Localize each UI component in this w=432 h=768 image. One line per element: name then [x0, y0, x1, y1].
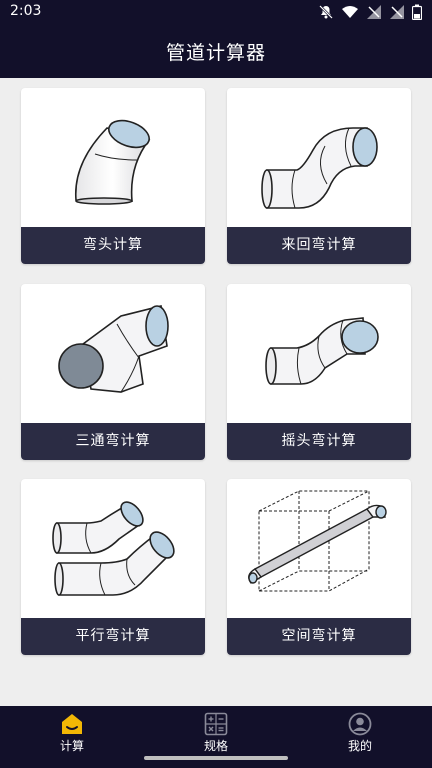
status-time: 2:03 [10, 3, 42, 19]
card-label: 空间弯计算 [227, 618, 411, 655]
nav-item-spec[interactable]: 规格 [144, 706, 288, 760]
nav-label: 计算 [59, 739, 84, 753]
card-spatial[interactable]: 空间弯计算 [227, 479, 411, 655]
home-icon [62, 714, 82, 734]
tee-pipe-illustration [58, 305, 169, 393]
app-header: 管道计算器 [0, 24, 432, 78]
calculator-grid: 弯头计算 来回弯计算 三通弯计算 摇头弯计算 平行弯计算 空间弯计算 [0, 78, 432, 706]
card-elbow[interactable]: 弯头计算 [21, 88, 205, 264]
card-parallel[interactable]: 平行弯计算 [21, 479, 205, 655]
card-rolling-offset[interactable]: 摇头弯计算 [227, 284, 411, 460]
profile-icon [348, 712, 372, 736]
status-bar: 2:03 [0, 0, 432, 24]
nav-label: 我的 [347, 739, 372, 753]
calculator-icon [204, 712, 228, 736]
signal-icon [367, 5, 381, 19]
card-label: 平行弯计算 [21, 618, 205, 655]
card-label: 弯头计算 [21, 227, 205, 264]
spatial-pipe-illustration [248, 490, 387, 592]
page-title: 管道计算器 [165, 42, 266, 64]
status-icons [318, 4, 422, 20]
card-offset[interactable]: 来回弯计算 [227, 88, 411, 264]
card-label: 三通弯计算 [21, 423, 205, 460]
rolling-offset-pipe-illustration [265, 317, 379, 385]
wifi-icon [342, 6, 358, 18]
card-label: 来回弯计算 [227, 227, 411, 264]
signal-icon [390, 5, 404, 19]
offset-pipe-illustration [261, 127, 378, 209]
elbow-pipe-illustration [74, 119, 151, 205]
parallel-elbows-illustration [52, 501, 175, 596]
card-tee[interactable]: 三通弯计算 [21, 284, 205, 460]
nav-item-calculate[interactable]: 计算 [0, 706, 144, 760]
nav-item-profile[interactable]: 我的 [288, 706, 432, 760]
mute-icon [319, 5, 333, 19]
nav-label: 规格 [203, 739, 228, 753]
home-indicator[interactable] [144, 756, 288, 760]
card-label: 摇头弯计算 [227, 423, 411, 460]
battery-icon [412, 4, 422, 20]
